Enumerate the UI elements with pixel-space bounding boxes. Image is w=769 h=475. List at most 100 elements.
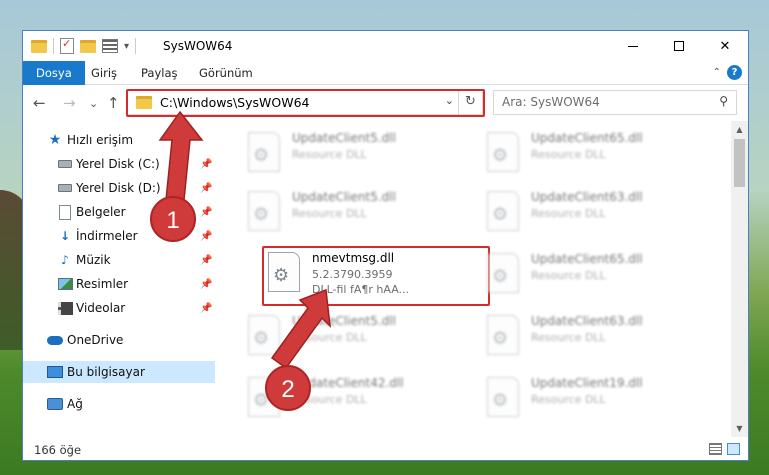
pin-icon: 📌 xyxy=(200,230,213,242)
minimize-icon xyxy=(628,45,638,47)
scroll-thumb[interactable] xyxy=(734,139,745,187)
nav-item-label: Müzik xyxy=(76,253,111,267)
recent-locations-button[interactable]: ⌄ xyxy=(89,97,98,110)
close-icon: ✕ xyxy=(719,38,731,54)
nav-item-this-pc[interactable]: Bu bilgisayar xyxy=(23,361,215,383)
videos-icon xyxy=(57,300,73,316)
file-name: UpdateClient5.dll xyxy=(292,190,396,204)
drive-icon xyxy=(57,180,73,196)
title-bar: ▾ SysWOW64 ✕ xyxy=(23,31,748,61)
file-tile[interactable]: ⚙ UpdateClient5.dll Resource DLL xyxy=(242,309,472,365)
file-tile[interactable]: ⚙ UpdateClient63.dll Resource DLL xyxy=(481,309,711,365)
highlight-address-box xyxy=(126,89,485,117)
nav-item-videos[interactable]: Videolar 📌 xyxy=(23,297,215,319)
customize-toolbar-icon[interactable]: ▾ xyxy=(124,41,129,52)
view-list-icon[interactable] xyxy=(102,39,118,53)
nav-item-label: Resimler xyxy=(76,277,129,291)
dll-file-icon: ⚙ xyxy=(487,315,519,355)
tab-home[interactable]: Giriş xyxy=(91,61,117,85)
dll-file-icon: ⚙ xyxy=(487,191,519,231)
drive-icon xyxy=(57,156,73,172)
nav-item-label: Yerel Disk (D:) xyxy=(76,181,161,195)
scroll-down-icon[interactable]: ▼ xyxy=(731,420,748,437)
nav-item-onedrive[interactable]: OneDrive xyxy=(23,329,215,351)
scroll-up-icon[interactable]: ▲ xyxy=(731,121,748,138)
details-view-icon[interactable] xyxy=(709,443,722,455)
music-icon: ♪ xyxy=(61,253,69,267)
network-icon xyxy=(47,396,63,412)
nav-item-label: Videolar xyxy=(76,301,126,315)
explorer-window: ▾ SysWOW64 ✕ Dosya Giriş Paylaş Görünüm … xyxy=(22,30,749,461)
properties-check-icon[interactable] xyxy=(60,37,74,54)
file-description: Resource DLL xyxy=(531,269,606,282)
dll-file-icon: ⚙ xyxy=(248,132,280,172)
new-folder-icon[interactable] xyxy=(80,39,96,53)
computer-icon xyxy=(47,364,63,380)
file-list: ⚙ UpdateClient5.dll Resource DLL ⚙ Updat… xyxy=(237,121,733,437)
search-icon[interactable]: ⚲ xyxy=(719,94,728,108)
pin-icon: 📌 xyxy=(200,158,213,170)
pictures-icon xyxy=(57,276,73,292)
step-badge-2: 2 xyxy=(265,365,311,411)
nav-item-local-disk-d[interactable]: Yerel Disk (D:) 📌 xyxy=(23,177,215,199)
nav-item-label: Yerel Disk (C:) xyxy=(76,157,160,171)
file-tile[interactable]: ⚙ UpdateClient19.dll Resource DLL xyxy=(481,371,711,427)
file-description: Resource DLL xyxy=(531,331,606,344)
nav-item-music[interactable]: ♪ Müzik 📌 xyxy=(23,249,215,271)
file-tile[interactable]: ⚙ UpdateClient5.dll Resource DLL xyxy=(242,185,472,241)
ribbon-controls: ⌃ ? xyxy=(713,65,742,80)
vertical-scrollbar[interactable]: ▲ ▼ xyxy=(731,121,748,437)
expand-ribbon-icon[interactable]: ⌃ xyxy=(713,67,721,78)
pin-icon: 📌 xyxy=(200,254,213,266)
file-name: UpdateClient65.dll xyxy=(531,252,643,266)
search-input[interactable]: Ara: SysWOW64 ⚲ xyxy=(493,90,737,115)
tab-file[interactable]: Dosya xyxy=(23,61,85,85)
file-description: Resource DLL xyxy=(531,207,606,220)
file-tile[interactable]: ⚙ UpdateClient5.dll Resource DLL xyxy=(242,126,472,182)
step-badge-1: 1 xyxy=(150,196,196,242)
nav-item-pictures[interactable]: Resimler 📌 xyxy=(23,273,215,295)
folder-icon xyxy=(31,39,47,53)
tab-share[interactable]: Paylaş xyxy=(141,61,178,85)
item-count: 166 öğe xyxy=(34,443,82,457)
nav-item-label: Hızlı erişim xyxy=(67,133,134,147)
up-button[interactable]: ↑ xyxy=(107,94,120,112)
nav-item-label: İndirmeler xyxy=(76,229,138,243)
file-tile[interactable]: ⚙ UpdateClient63.dll Resource DLL xyxy=(481,185,711,241)
file-name: UpdateClient19.dll xyxy=(531,376,643,390)
file-tile[interactable]: ⚙ UpdateClient65.dll Resource DLL xyxy=(481,247,711,303)
nav-item-label: OneDrive xyxy=(67,333,124,347)
nav-item-quick-access[interactable]: ★ Hızlı erişim xyxy=(23,129,215,151)
pin-icon: 📌 xyxy=(200,278,213,290)
maximize-button[interactable] xyxy=(656,31,702,61)
downloads-icon: ↓ xyxy=(59,229,71,243)
ribbon-tabs: Dosya Giriş Paylaş Görünüm ⌃ ? xyxy=(23,61,748,85)
minimize-button[interactable] xyxy=(610,31,656,61)
file-description: Resource DLL xyxy=(531,393,606,406)
file-description: Resource DLL xyxy=(292,148,367,161)
pin-icon: 📌 xyxy=(200,206,213,218)
toolbar-divider xyxy=(135,38,137,54)
star-icon: ★ xyxy=(48,132,62,148)
file-name: UpdateClient65.dll xyxy=(531,131,643,145)
tab-view[interactable]: Görünüm xyxy=(199,61,253,85)
dll-file-icon: ⚙ xyxy=(487,132,519,172)
documents-icon xyxy=(57,204,73,220)
highlight-file-box xyxy=(262,246,490,306)
nav-item-label: Bu bilgisayar xyxy=(67,365,145,379)
dll-file-icon: ⚙ xyxy=(248,191,280,231)
help-icon[interactable]: ? xyxy=(727,65,742,80)
nav-item-network[interactable]: Ağ xyxy=(23,393,215,415)
close-button[interactable]: ✕ xyxy=(702,31,748,61)
nav-item-label: Belgeler xyxy=(76,205,126,219)
nav-item-local-disk-c[interactable]: Yerel Disk (C:) 📌 xyxy=(23,153,215,175)
navigation-pane: ★ Hızlı erişim Yerel Disk (C:) 📌 Yerel D… xyxy=(23,121,215,437)
file-tile[interactable]: ⚙ UpdateClient65.dll Resource DLL xyxy=(481,126,711,182)
file-description: Resource DLL xyxy=(531,148,606,161)
search-placeholder: Ara: SysWOW64 xyxy=(502,95,600,109)
forward-button[interactable]: → xyxy=(63,94,76,112)
large-icons-view-icon[interactable] xyxy=(727,443,740,455)
dll-file-icon: ⚙ xyxy=(248,315,280,355)
pin-icon: 📌 xyxy=(200,182,213,194)
back-button[interactable]: ← xyxy=(33,94,46,112)
